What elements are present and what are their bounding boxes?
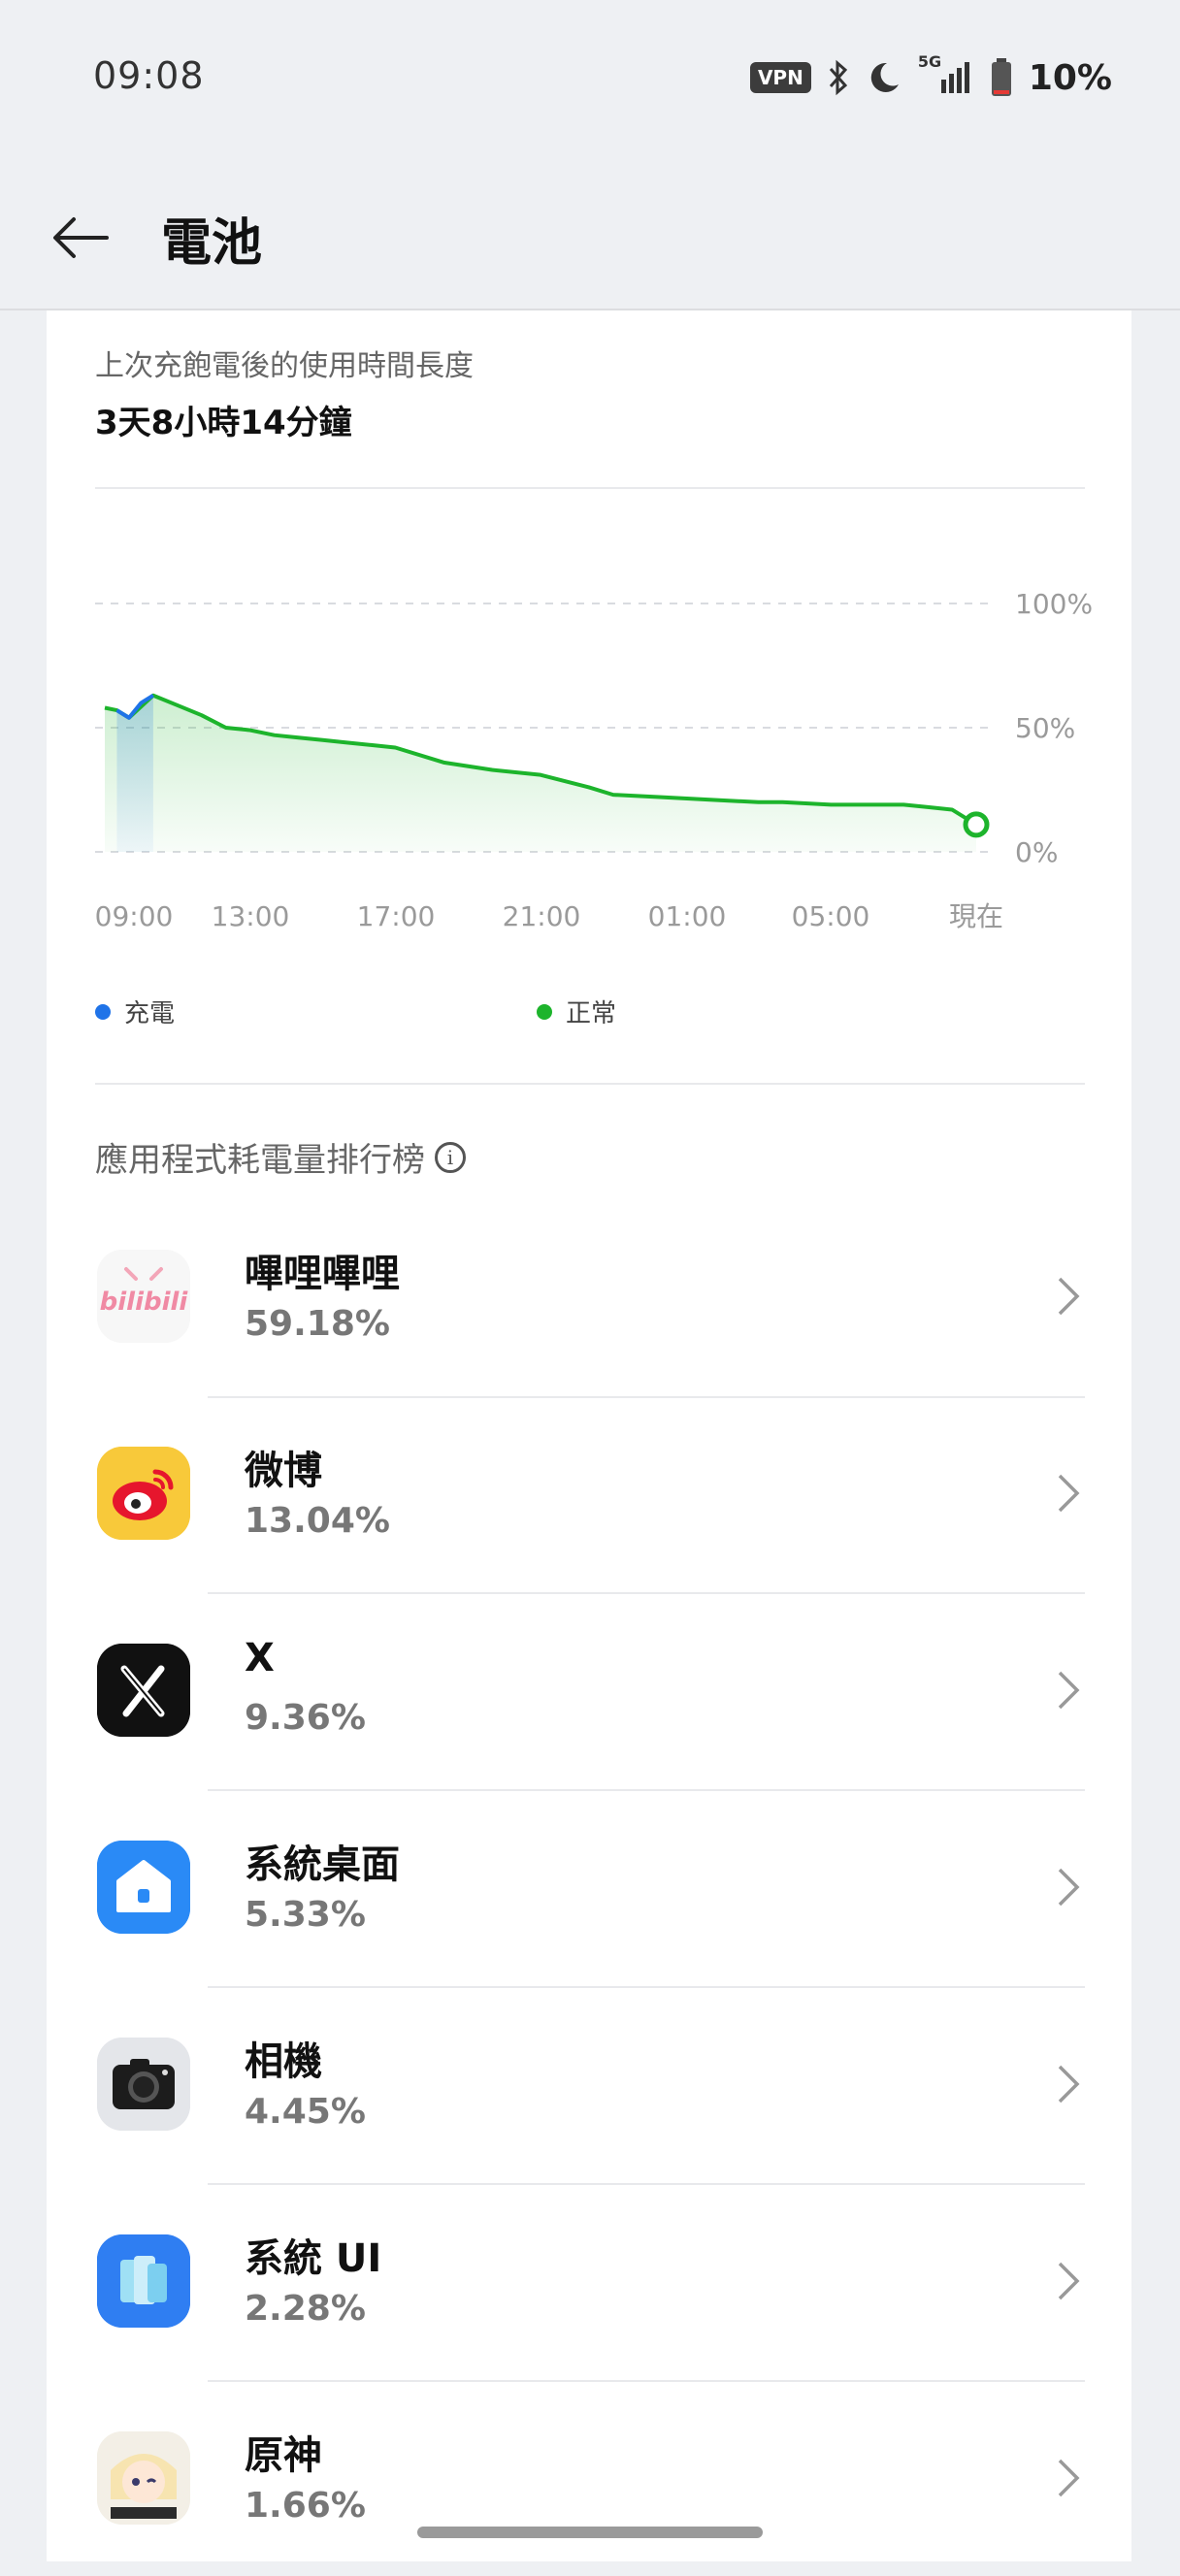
ranking-title-text: 應用程式耗電量排行榜 — [95, 1141, 425, 1180]
legend-normal: 正常 — [537, 994, 616, 1029]
app-row-genshin[interactable]: 原神 1.66% — [47, 2379, 1131, 2576]
genshin-icon — [97, 2431, 190, 2525]
battery-chart[interactable]: 100% 50% 0% 09:00 13:00 17:00 21:00 01:00 05:00… — [0, 563, 1180, 970]
bilibili-icon: bilibili — [97, 1250, 190, 1343]
vpn-icon: VPN — [749, 62, 811, 93]
app-name: 相機 — [245, 2039, 322, 2084]
arrow-left-icon[interactable] — [47, 204, 115, 272]
chevron-right-icon — [1058, 1671, 1080, 1710]
app-row-camera[interactable]: 相機 4.45% — [47, 1985, 1131, 2182]
y-tick-label: 100% — [1015, 588, 1093, 620]
y-tick-label: 50% — [1015, 712, 1075, 744]
bluetooth-icon — [829, 59, 847, 96]
x-tick-label: 09:00 — [95, 900, 174, 932]
x-tick-label: 21:00 — [503, 900, 581, 932]
moon-icon — [870, 62, 899, 92]
app-name: 系統 UI — [245, 2236, 382, 2281]
launcher-icon — [97, 1841, 190, 1934]
app-percent: 9.36% — [245, 1698, 366, 1738]
usage-label: 上次充飽電後的使用時間長度 — [95, 349, 474, 383]
status-time: 09:08 — [93, 54, 205, 97]
app-row-system-ui[interactable]: 系統 UI 2.28% — [47, 2182, 1131, 2379]
app-name: 微博 — [245, 1449, 322, 1493]
app-name: 嗶哩嗶哩 — [245, 1252, 400, 1296]
app-name: 原神 — [245, 2433, 322, 2478]
x-tick-label: 13:00 — [212, 900, 290, 932]
x-tick-label: 01:00 — [648, 900, 727, 932]
ranking-title: 應用程式耗電量排行榜 i — [95, 1133, 466, 1181]
app-percent: 59.18% — [245, 1304, 390, 1344]
camera-icon — [97, 2038, 190, 2131]
x-tick-label: 17:00 — [357, 900, 436, 932]
battery-icon — [991, 58, 1011, 96]
usage-value: 3天8小時14分鐘 — [95, 404, 352, 442]
chevron-right-icon — [1058, 1868, 1080, 1907]
status-bar: 09:08 VPN 5G 10% — [0, 0, 1180, 155]
system-ui-icon — [97, 2234, 190, 2328]
app-percent: 5.33% — [245, 1895, 366, 1935]
app-percent: 4.45% — [245, 2092, 366, 2132]
legend-dot-icon — [95, 1003, 111, 1020]
chevron-right-icon — [1058, 2459, 1080, 2497]
legend-dot-icon — [537, 1003, 552, 1020]
app-percent: 13.04% — [245, 1501, 390, 1541]
app-row-launcher[interactable]: 系統桌面 5.33% — [47, 1788, 1131, 1985]
y-tick-label: 0% — [1015, 836, 1058, 868]
app-row-weibo[interactable]: 微博 13.04% — [47, 1394, 1131, 1591]
battery-percent: 10% — [1028, 57, 1112, 98]
page-title: 電池 — [161, 214, 263, 273]
app-row-x[interactable]: X 9.36% — [47, 1591, 1131, 1788]
chevron-right-icon — [1058, 1474, 1080, 1513]
app-name: 系統桌面 — [245, 1842, 400, 1887]
home-indicator[interactable] — [417, 2527, 763, 2538]
app-percent: 1.66% — [245, 2486, 366, 2526]
app-row-bilibili[interactable]: bilibili 嗶哩嗶哩 59.18% — [47, 1197, 1131, 1394]
x-tick-label: 現在 — [949, 900, 1003, 932]
info-icon[interactable]: i — [435, 1141, 466, 1173]
weibo-icon — [97, 1447, 190, 1540]
chevron-right-icon — [1058, 2262, 1080, 2300]
chevron-right-icon — [1058, 1277, 1080, 1316]
app-name: X — [245, 1636, 275, 1680]
svg-text:bilibili: bilibili — [100, 1288, 189, 1317]
divider — [95, 487, 1085, 489]
app-percent: 2.28% — [245, 2289, 366, 2329]
current-point-marker — [963, 811, 990, 838]
x-icon — [97, 1644, 190, 1737]
divider — [95, 1083, 1085, 1085]
legend-label: 正常 — [566, 999, 617, 1028]
legend-charging: 充電 — [95, 994, 175, 1029]
legend-label: 充電 — [124, 999, 176, 1028]
status-icons: VPN 5G 10% — [749, 52, 1112, 99]
chevron-right-icon — [1058, 2065, 1080, 2103]
series-area-charging — [116, 695, 153, 852]
x-tick-label: 05:00 — [792, 900, 870, 932]
signal-icon: 5G — [918, 52, 974, 97]
